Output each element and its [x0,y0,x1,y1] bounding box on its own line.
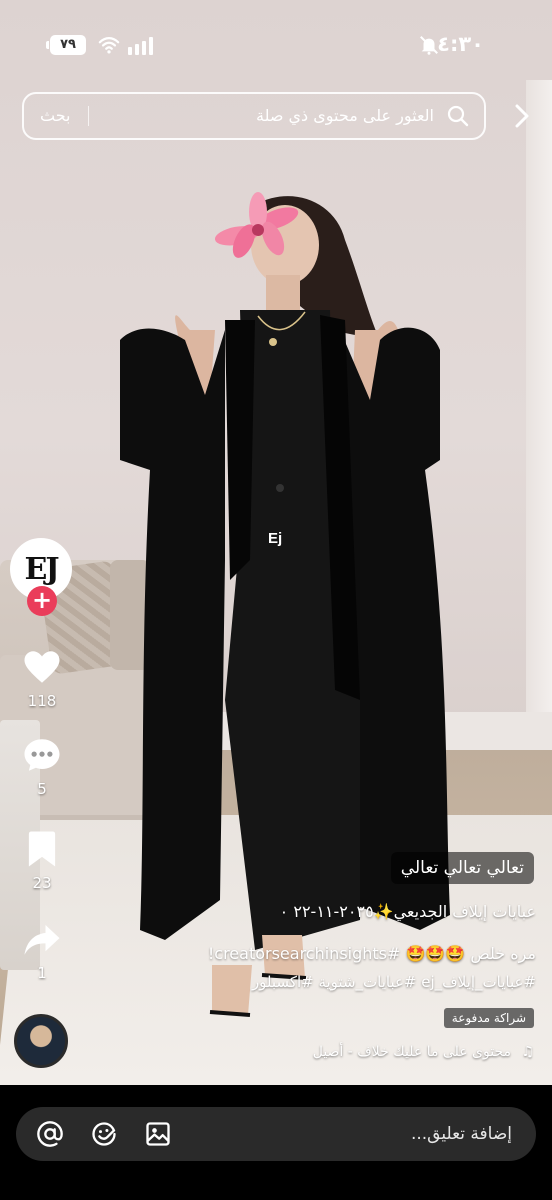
comment-input[interactable]: إضافة تعليق... [411,1107,512,1161]
share-action[interactable]: 1 [10,918,74,982]
save-count: 23 [32,874,52,892]
bottom-bar: إضافة تعليق... [0,1085,552,1200]
follow-button[interactable]: + [27,586,57,616]
save-action[interactable]: 23 [10,828,74,892]
emoji-sticker-icon[interactable] [90,1120,118,1148]
music-track[interactable]: ♫ محتوى على ما عليك خلاف - أصيل [313,1044,534,1060]
comment-count: 5 [37,780,47,798]
status-bar: ٧٩ ٤:٣٠ [0,30,552,60]
comment-input-bar[interactable]: إضافة تعليق... [16,1107,536,1161]
brand-watermark: Ej [268,530,283,547]
search-divider [88,106,89,126]
clock: ٤:٣٠ [437,32,484,56]
like-action[interactable]: 118 [10,646,74,710]
search-icon [447,105,469,127]
music-disc-avatar[interactable] [14,1014,68,1068]
caption-title: عبايات إيلاف الجديعي✨٢٠٢٥-١١-٢٢ ٠ [279,902,536,921]
comment-bubble-icon[interactable] [21,734,63,776]
music-track-title: محتوى على ما عليك خلاف - أصيل [312,1044,511,1060]
share-count: 1 [37,964,47,982]
image-gallery-icon[interactable] [144,1120,172,1148]
like-count: 118 [27,692,57,710]
battery-icon: ٧٩ [46,35,86,55]
heart-icon[interactable] [21,646,63,688]
search-button[interactable]: بحث [40,94,71,138]
caption-body[interactable]: مره خلص 🤩🤩🤩 #creatorsearchinsights! [208,944,536,963]
video-overlay-text: تعالي تعالي تعالي [390,852,534,884]
music-note-icon: ♫ [521,1044,534,1060]
comment-action[interactable]: 5 [10,734,74,798]
back-chevron-icon[interactable] [510,102,534,130]
wifi-icon [98,36,120,54]
search-input[interactable]: العثور على محتوى ذي صلة [256,94,434,138]
caption-hashtags[interactable]: #عبايات_إيلاف_ej #عبايات_شتوية #اكسبلور [252,973,536,991]
paid-partnership-badge: شراكة مدفوعة [443,1008,534,1028]
signal-icon [128,35,158,55]
share-arrow-icon[interactable] [21,918,63,960]
video-player[interactable]: Ej [0,0,552,1085]
bookmark-icon[interactable] [21,828,63,870]
mention-at-icon[interactable] [36,1120,64,1148]
search-bar[interactable]: بحث العثور على محتوى ذي صلة [22,92,486,140]
